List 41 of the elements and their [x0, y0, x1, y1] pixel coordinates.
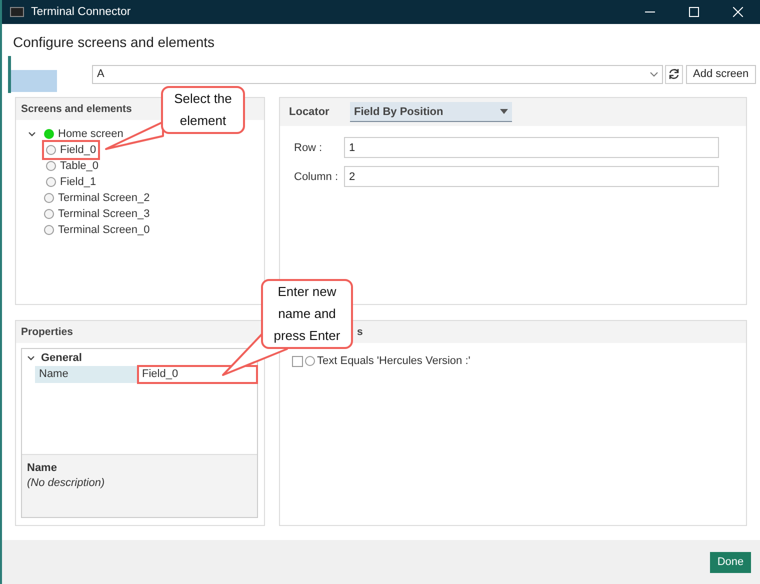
chevron-icon[interactable] [28, 130, 36, 138]
add-screen-button[interactable]: Add screen [686, 64, 756, 84]
tree-item[interactable]: Terminal Screen_0 [42, 222, 152, 238]
description-title: Name [27, 462, 58, 474]
tree-item[interactable]: Field_1 [44, 174, 98, 190]
tree-item[interactable]: Terminal Screen_2 [42, 190, 152, 206]
tree-item[interactable]: Table_0 [44, 158, 101, 174]
terminal-icon [10, 7, 24, 17]
window-title: Terminal Connector [31, 6, 132, 18]
tree-item[interactable]: Home screen [42, 126, 126, 142]
property-name: Name [35, 366, 138, 383]
panel-title: Screens and elements [21, 103, 132, 115]
refresh-icon [668, 68, 680, 80]
tree-item[interactable]: Field_0 [44, 142, 98, 158]
group-label: General [41, 352, 82, 364]
input-field[interactable]: 1 [344, 137, 719, 158]
locator-label: Locator [289, 106, 330, 118]
radio-icon [305, 356, 315, 366]
caret-icon [500, 109, 508, 114]
panel-title: Properties [21, 326, 73, 338]
maximize-icon [689, 7, 699, 17]
page-heading: Configure screens and elements [13, 34, 215, 50]
input-field[interactable]: 2 [344, 166, 719, 187]
property-value-field[interactable]: Field_0 [138, 366, 257, 383]
chevron-icon [650, 72, 658, 76]
close-icon [733, 7, 743, 17]
callout: Select the element [161, 86, 245, 134]
done-button[interactable]: Done [710, 552, 751, 572]
checkbox[interactable] [292, 356, 303, 366]
panel-title: s [357, 326, 363, 338]
description-text: (No description) [27, 477, 106, 489]
field-label: Column : [294, 170, 340, 182]
chevron-icon[interactable] [27, 354, 35, 362]
screen-dropdown[interactable]: A [92, 64, 663, 84]
refresh-button[interactable] [665, 64, 683, 84]
condition-text: Text Equals 'Hercules Version :' [317, 355, 470, 367]
accent-bar [8, 56, 11, 92]
tree-item[interactable]: Terminal Screen_3 [42, 206, 152, 222]
locator-dropdown[interactable]: Field By Position [350, 102, 512, 122]
callout: Enter new name and press Enter [261, 279, 353, 349]
field-label: Row : [294, 142, 324, 154]
